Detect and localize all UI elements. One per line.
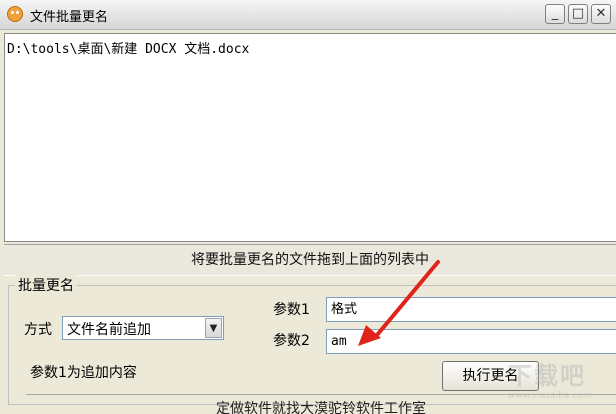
maximize-button[interactable]: □ bbox=[568, 4, 588, 24]
footer-text: 定做软件就找大漠驼铃软件工作室 bbox=[216, 401, 426, 414]
watermark-url: www.xiazaiba.com bbox=[508, 391, 592, 401]
mode-label: 方式 bbox=[24, 322, 52, 338]
chevron-down-icon[interactable]: ▼ bbox=[205, 318, 222, 338]
minimize-button[interactable]: _ bbox=[545, 4, 565, 24]
close-button[interactable]: ✕ bbox=[591, 4, 611, 24]
drop-hint: 将要批量更名的文件拖到上面的列表中 bbox=[4, 244, 616, 276]
list-item[interactable]: D:\tools\桌面\新建 DOCX 文档.docx bbox=[7, 38, 249, 57]
param1-input[interactable]: 格式 bbox=[326, 297, 616, 322]
maximize-icon: □ bbox=[571, 6, 585, 21]
mode-select-value: 文件名前追加 bbox=[67, 322, 151, 338]
window-title: 文件批量更名 bbox=[30, 10, 109, 25]
close-icon: ✕ bbox=[595, 6, 607, 21]
watermark-logo: 下载吧 www.xiazaiba.com bbox=[508, 356, 616, 414]
minimize-icon: _ bbox=[551, 6, 559, 21]
watermark-text: 下载吧 bbox=[508, 362, 586, 390]
param2-label: 参数2 bbox=[273, 333, 310, 349]
title-bar[interactable]: 文件批量更名 _ □ ✕ bbox=[0, 0, 616, 30]
param2-input[interactable]: am bbox=[326, 329, 616, 354]
group-title: 批量更名 bbox=[15, 275, 77, 295]
mode-select[interactable]: 文件名前追加 ▼ bbox=[62, 316, 224, 340]
file-list[interactable]: D:\tools\桌面\新建 DOCX 文档.docx bbox=[4, 33, 616, 242]
param1-label: 参数1 bbox=[273, 302, 310, 318]
param-hint: 参数1为追加内容 bbox=[30, 365, 137, 381]
app-icon bbox=[7, 6, 23, 22]
